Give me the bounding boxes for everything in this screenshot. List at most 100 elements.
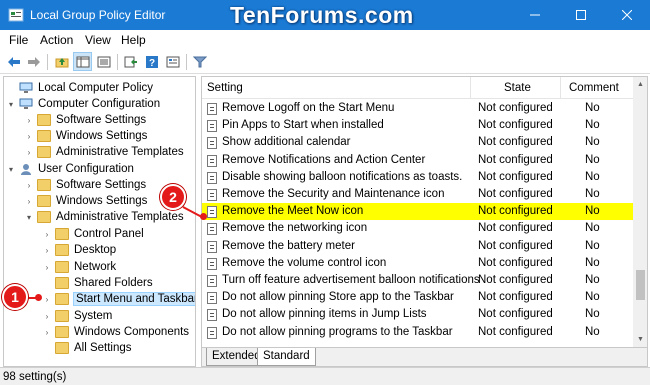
maximize-button[interactable] — [558, 0, 604, 30]
table-row[interactable]: Show additional calendar Not configured No — [202, 134, 633, 151]
show-hide-tree-button[interactable] — [73, 52, 92, 71]
tree-node-local-computer-policy[interactable]: Local Computer Policy — [6, 80, 153, 96]
tree-node-system[interactable]: › System — [42, 308, 112, 324]
policy-setting-icon — [207, 257, 217, 270]
table-row[interactable]: Remove the networking icon Not configured… — [202, 220, 633, 237]
folder-up-icon — [55, 57, 68, 67]
setting-state: Not configured — [478, 119, 553, 132]
toolbar-separator — [186, 54, 187, 70]
scroll-down-icon[interactable]: ▼ — [633, 332, 647, 347]
callout-2-pointer-dot — [200, 213, 207, 220]
chevron-right-icon[interactable]: › — [24, 116, 34, 125]
chevron-down-icon[interactable]: ▾ — [6, 165, 16, 174]
tree-node-user-administrative-templates[interactable]: ▾ Administrative Templates — [24, 209, 184, 225]
back-button[interactable] — [4, 52, 23, 71]
setting-comment: No — [585, 153, 600, 166]
chevron-right-icon[interactable]: › — [42, 312, 52, 321]
up-one-level-button[interactable] — [52, 52, 71, 71]
chevron-down-icon[interactable]: ▾ — [24, 213, 34, 222]
setting-name: Remove the networking icon — [222, 222, 368, 235]
setting-state: Not configured — [478, 291, 553, 304]
table-row[interactable]: Do not allow pinning Store app to the Ta… — [202, 289, 633, 306]
column-divider[interactable] — [560, 77, 561, 99]
menu-view[interactable]: View — [85, 33, 111, 47]
tree-node-start-menu-and-taskbar[interactable]: › Start Menu and Taskbar — [42, 291, 195, 307]
setting-name: Disable showing balloon notifications as… — [222, 170, 463, 183]
filter-button[interactable] — [190, 52, 209, 71]
user-icon — [21, 164, 31, 175]
scroll-up-icon[interactable]: ▲ — [633, 77, 647, 92]
window-title: Local Group Policy Editor — [30, 8, 166, 22]
table-row[interactable]: Remove Notifications and Action Center No… — [202, 152, 633, 169]
close-button[interactable] — [604, 0, 650, 30]
table-row[interactable]: Do not allow pinning programs to the Tas… — [202, 324, 633, 341]
tree-node-label: User Configuration — [38, 163, 134, 175]
table-row[interactable]: Remove the Security and Maintenance icon… — [202, 186, 633, 203]
menu-help[interactable]: Help — [121, 33, 146, 47]
tree-node-all-settings[interactable]: All Settings — [42, 340, 132, 356]
group-policy-app-icon — [8, 8, 24, 22]
tree-node-user-software-settings[interactable]: › Software Settings — [24, 177, 146, 193]
table-row[interactable]: Turn off feature advertisement balloon n… — [202, 272, 633, 289]
chevron-right-icon[interactable]: › — [42, 230, 52, 239]
chevron-right-icon[interactable]: › — [42, 328, 52, 337]
tree-node-computer-configuration[interactable]: ▾ Computer Configuration — [6, 96, 160, 112]
table-row[interactable]: Disable showing balloon notifications as… — [202, 169, 633, 186]
table-row[interactable]: Remove the battery meter Not configured No — [202, 238, 633, 255]
setting-name: Remove the Meet Now icon — [222, 205, 364, 218]
tree-node-control-panel[interactable]: › Control Panel — [42, 226, 144, 242]
setting-comment: No — [585, 188, 600, 200]
chevron-right-icon[interactable]: › — [24, 197, 34, 206]
scroll-thumb[interactable] — [636, 270, 645, 300]
list-header: Setting State Comment — [202, 77, 633, 99]
tree-node-desktop[interactable]: › Desktop — [42, 242, 116, 258]
chevron-down-icon[interactable]: ▾ — [6, 100, 16, 109]
table-row[interactable]: Remove the Meet Now icon Not configured No — [202, 203, 633, 221]
setting-state: Not configured — [478, 170, 553, 183]
policy-setting-icon — [207, 206, 217, 219]
properties-button[interactable] — [163, 52, 182, 71]
menu-file[interactable]: File — [9, 33, 28, 47]
chevron-right-icon[interactable]: › — [24, 181, 34, 190]
setting-state: Not configured — [478, 274, 553, 286]
forward-button[interactable] — [24, 52, 43, 71]
tree-node-shared-folders[interactable]: Shared Folders — [42, 275, 153, 291]
column-header-setting[interactable]: Setting — [207, 82, 243, 94]
column-header-comment[interactable]: Comment — [569, 82, 619, 94]
tree-node-user-configuration[interactable]: ▾ User Configuration — [6, 161, 134, 177]
help-button[interactable]: ? — [142, 52, 161, 71]
chevron-right-icon[interactable]: › — [42, 295, 52, 304]
setting-state: Not configured — [478, 256, 553, 269]
folder-icon — [55, 326, 69, 338]
table-row[interactable]: Pin Apps to Start when installed Not conf… — [202, 117, 633, 134]
chevron-right-icon[interactable]: › — [24, 132, 34, 141]
policy-setting-icon — [207, 189, 217, 201]
column-header-state[interactable]: State — [504, 82, 531, 94]
list-view-button[interactable] — [94, 52, 113, 71]
tree-node-network[interactable]: › Network — [42, 259, 116, 275]
tree-node-windows-components[interactable]: › Windows Components — [42, 324, 189, 340]
tree-node-label: Administrative Templates — [56, 211, 184, 223]
export-list-button[interactable] — [121, 52, 140, 71]
tab-standard[interactable]: Standard — [257, 348, 316, 366]
computer-icon — [19, 98, 33, 109]
tree-node-label: Control Panel — [74, 228, 144, 240]
chevron-right-icon[interactable]: › — [42, 246, 52, 255]
tree-node-windows-settings[interactable]: › Windows Settings — [24, 128, 147, 144]
table-row[interactable]: Remove Logoff on the Start Menu Not confi… — [202, 100, 633, 117]
tree-node-user-windows-settings[interactable]: › Windows Settings — [24, 193, 147, 209]
chevron-right-icon[interactable]: › — [24, 148, 34, 157]
table-row[interactable]: Remove the volume control icon Not config… — [202, 255, 633, 272]
minimize-button[interactable] — [512, 0, 558, 30]
column-divider[interactable] — [470, 77, 471, 99]
tree-node-administrative-templates[interactable]: › Administrative Templates — [24, 144, 184, 160]
vertical-scrollbar[interactable]: ▲ ▼ — [633, 77, 647, 347]
setting-name: Turn off feature advertisement balloon n… — [222, 274, 480, 286]
menu-action[interactable]: Action — [40, 33, 73, 47]
setting-name: Remove the Security and Maintenance icon — [222, 188, 445, 200]
computer-icon — [19, 82, 33, 93]
table-row[interactable]: Do not allow pinning items in Jump Lists… — [202, 306, 633, 323]
chevron-right-icon[interactable]: › — [42, 263, 52, 272]
close-icon — [622, 10, 632, 20]
tree-node-software-settings[interactable]: › Software Settings — [24, 112, 146, 128]
